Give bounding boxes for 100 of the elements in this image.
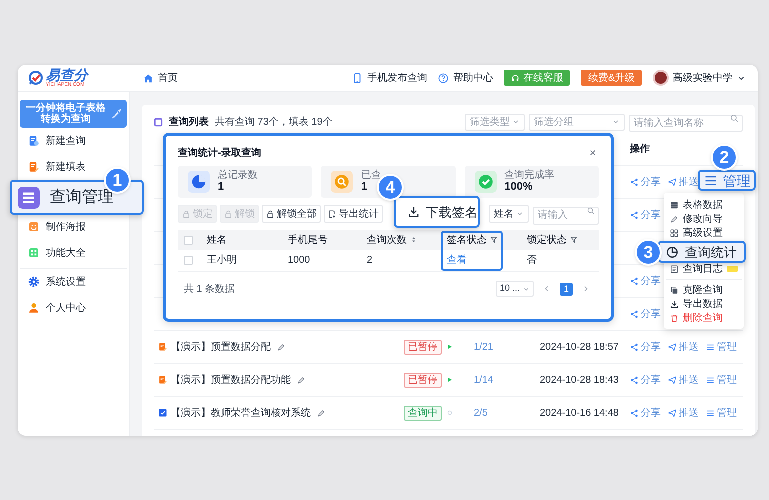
- menu-item[interactable]: 修改向导: [666, 212, 727, 226]
- home-link[interactable]: 首页: [143, 70, 178, 86]
- share-link[interactable]: 分享: [630, 208, 661, 222]
- status-badge: 查询中: [404, 406, 442, 420]
- table-cell-text: 1000: [288, 254, 310, 268]
- download-icon: [408, 206, 420, 218]
- callout-text: 管理: [723, 174, 751, 188]
- menu-item[interactable]: 表格数据: [666, 198, 727, 212]
- field-select[interactable]: 姓名: [489, 205, 529, 223]
- share-icon: [630, 210, 639, 220]
- chevron-down-icon: [512, 118, 520, 126]
- date-text: 2024-10-28 18:43: [540, 374, 619, 388]
- chevron-right-icon: [582, 285, 590, 293]
- share-link[interactable]: 分享: [630, 306, 661, 322]
- banner-text: 一分钟将电子表格: [26, 103, 106, 114]
- checkbox[interactable]: [184, 236, 193, 244]
- manage-link[interactable]: 管理: [706, 406, 737, 420]
- menu-item[interactable]: 导出数据: [666, 297, 727, 311]
- push-link[interactable]: 推送: [668, 340, 699, 354]
- share-link[interactable]: 分享: [630, 174, 661, 190]
- share-link[interactable]: 分享: [630, 406, 661, 420]
- trash-icon: [670, 314, 679, 322]
- checkbox[interactable]: [184, 256, 193, 265]
- unlock-icon: [266, 210, 275, 218]
- log-icon: [670, 264, 679, 274]
- home-icon: [143, 72, 154, 84]
- date-text: 2024-10-16 14:48: [540, 406, 619, 420]
- pie-chart-icon: [666, 246, 679, 258]
- sidebar-item[interactable]: 新建查询: [20, 128, 88, 154]
- menu-item[interactable]: 删除查询: [666, 311, 727, 325]
- export-icon: [328, 210, 337, 218]
- highlight-frame: [441, 231, 503, 271]
- ratio-link[interactable]: 1/21: [474, 340, 494, 354]
- filter-select[interactable]: 筛选分组: [529, 114, 625, 130]
- banner-text: 转换为查询: [41, 114, 91, 125]
- table-cell-text: 王小明: [207, 254, 237, 268]
- list-icon: [18, 186, 40, 208]
- header-link[interactable]: 手机发布查询: [352, 70, 428, 86]
- sidebar-item[interactable]: 制作海报: [20, 214, 88, 240]
- table-cell-text: 2: [367, 254, 373, 268]
- sidebar-item[interactable]: 个人中心: [20, 295, 88, 321]
- search-icon: [587, 207, 595, 215]
- list-summary: 共有查询 73个，填表 19个: [215, 116, 333, 130]
- menu-icon: [706, 408, 715, 418]
- sidebar-item[interactable]: 系统设置: [20, 269, 88, 295]
- avatar: [653, 70, 669, 86]
- pencil-icon: [317, 408, 326, 418]
- table-icon: [670, 200, 679, 210]
- search-field[interactable]: 请输入查询名称: [629, 115, 743, 132]
- menu-item[interactable]: 高级设置: [666, 226, 727, 240]
- person-icon: [28, 302, 40, 314]
- dot-icon: [446, 409, 454, 417]
- column-header: 姓名: [207, 234, 227, 248]
- manage-link[interactable]: 管理: [706, 340, 737, 354]
- total-count: 共 1 条数据: [184, 282, 236, 296]
- toolbar-button[interactable]: 解锁全部: [262, 205, 321, 223]
- header-link[interactable]: 帮助中心: [438, 70, 494, 86]
- push-link[interactable]: 推送: [668, 372, 699, 388]
- query-name[interactable]: 【演示】预置数据分配: [171, 340, 271, 354]
- filter-select[interactable]: 筛选类型: [465, 114, 525, 130]
- page-button[interactable]: 1: [560, 282, 573, 296]
- push-link[interactable]: 推送: [668, 406, 699, 420]
- view-link[interactable]: 查看: [447, 253, 467, 268]
- grid-icon: [28, 247, 40, 259]
- ratio-link[interactable]: 1/14: [474, 372, 494, 388]
- logo-icon: [28, 70, 44, 86]
- promo-banner[interactable]: 一分钟将电子表格 转换为查询: [20, 100, 127, 128]
- play-icon: [446, 343, 454, 351]
- document-icon: [28, 161, 40, 173]
- push-link[interactable]: 推送: [668, 174, 699, 190]
- checkbox-icon: [158, 408, 168, 418]
- support-button[interactable]: 在线客服: [504, 70, 570, 86]
- share-link[interactable]: 分享: [630, 372, 661, 388]
- manage-link[interactable]: 管理: [706, 372, 737, 388]
- settings-icon: [28, 276, 40, 288]
- query-name[interactable]: 【演示】教师荣誉查询核对系统: [171, 406, 311, 420]
- share-link[interactable]: 分享: [630, 274, 661, 288]
- square-icon: [154, 118, 163, 126]
- column-header: 锁定状态: [527, 234, 567, 248]
- stat-value: 1: [218, 181, 226, 194]
- menu-icon: [706, 342, 715, 352]
- menu-item[interactable]: 克隆查询: [666, 283, 727, 297]
- ratio-link[interactable]: 2/5: [474, 406, 488, 420]
- toolbar-button[interactable]: 导出统计: [324, 205, 383, 223]
- filter-icon: [570, 236, 578, 244]
- share-icon: [630, 408, 639, 418]
- sidebar-item[interactable]: 新建填表: [20, 154, 88, 180]
- query-name[interactable]: 【演示】预置数据分配功能: [171, 372, 291, 388]
- chevron-down-icon: [523, 286, 530, 292]
- account-menu[interactable]: 高级实验中学: [653, 70, 746, 86]
- share-link[interactable]: 分享: [630, 340, 661, 354]
- headset-icon: [511, 74, 520, 82]
- sidebar-item[interactable]: 功能大全: [20, 240, 88, 266]
- upgrade-button[interactable]: 续费&升级: [581, 70, 642, 86]
- send-icon: [668, 178, 677, 186]
- document-icon: [28, 135, 40, 147]
- search-field[interactable]: 请输入: [533, 206, 599, 224]
- page-size-select[interactable]: 10 ...: [496, 281, 534, 297]
- menu-item[interactable]: 查询日志: [666, 262, 742, 276]
- pencil-icon: [670, 214, 679, 224]
